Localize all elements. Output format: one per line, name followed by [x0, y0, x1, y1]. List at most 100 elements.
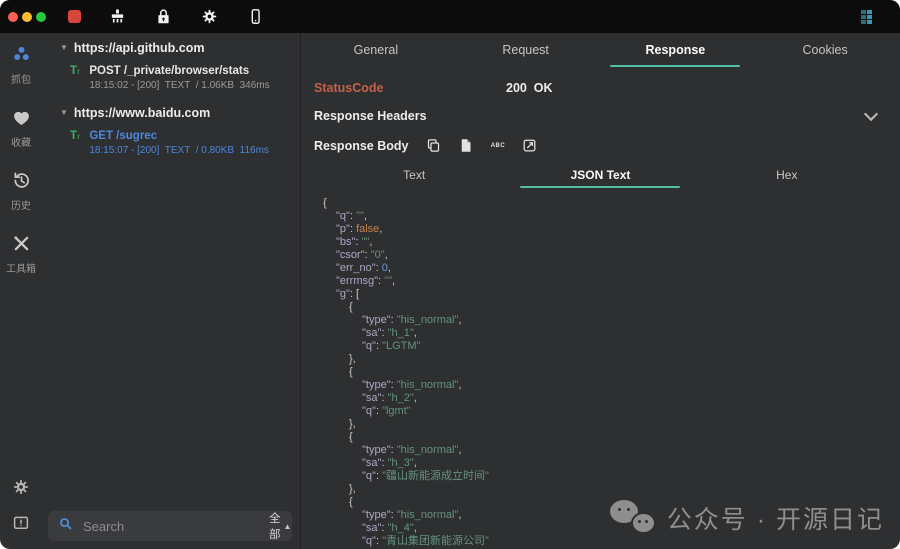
edit-icon[interactable]: [521, 137, 538, 154]
json-line: {: [301, 197, 900, 210]
json-line: "bs": "",: [301, 236, 900, 249]
tab-json-text[interactable]: JSON Text: [507, 162, 693, 188]
copy-icon[interactable]: [425, 137, 442, 154]
tab-cookies[interactable]: Cookies: [750, 33, 900, 67]
filter-label: 全部: [269, 510, 281, 542]
sidebar-bottom: [12, 478, 30, 537]
request-entry-selected[interactable]: Tr GET /sugrec 18:15:07 - [200] TEXT / 0…: [42, 125, 300, 163]
collapse-triangle-icon: ▼: [60, 109, 68, 117]
json-line: "sa": "h_4",: [301, 522, 900, 535]
tab-text[interactable]: Text: [321, 162, 507, 188]
request-list-panel: ▼ https://api.github.com Tr POST /_priva…: [42, 33, 300, 549]
response-body-label: Response Body: [314, 139, 408, 153]
record-stop-button[interactable]: [68, 10, 81, 23]
json-line: "q": "青山集团新能源公司": [301, 535, 900, 548]
detail-tabs: General Request Response Cookies: [301, 33, 900, 67]
json-line: "g": [: [301, 288, 900, 301]
capture-icon: [11, 44, 32, 70]
chevron-down-icon[interactable]: [864, 106, 878, 120]
search-icon: [58, 516, 73, 536]
close-window-button[interactable]: [8, 12, 18, 22]
settings-gear-icon[interactable]: [199, 7, 219, 27]
toolbox-icon: [11, 233, 32, 259]
tab-general[interactable]: General: [301, 33, 451, 67]
json-line: "type": "his_normal",: [301, 379, 900, 392]
json-line: "p": false,: [301, 223, 900, 236]
request-title: GET /sugrec: [89, 130, 269, 142]
json-line: {: [301, 431, 900, 444]
sidebar-item-toolbox[interactable]: 工具箱: [6, 233, 36, 275]
body-view-tabs: Text JSON Text Hex: [321, 162, 880, 188]
json-line: "sa": "h_3",: [301, 457, 900, 470]
ssl-lock-icon[interactable]: [153, 7, 173, 27]
tab-hex[interactable]: Hex: [694, 162, 880, 188]
triangle-up-icon: ▲: [284, 522, 292, 531]
request-title: POST /_private/browser/stats: [89, 65, 269, 77]
tab-request[interactable]: Request: [451, 33, 601, 67]
tab-response[interactable]: Response: [601, 33, 751, 67]
json-line: {: [301, 301, 900, 314]
app-window: 抓包 收藏 历史: [0, 0, 900, 549]
status-code-value: 200 OK: [506, 81, 553, 95]
response-headers-row[interactable]: Response Headers: [301, 101, 900, 129]
minimize-window-button[interactable]: [22, 12, 32, 22]
traffic-lights: [0, 12, 46, 22]
json-line: "q": "疆山新能源成立时间": [301, 470, 900, 483]
sidebar-item-label: 收藏: [11, 134, 31, 149]
feedback-icon[interactable]: [12, 514, 30, 537]
request-group-header[interactable]: ▼ https://www.baidu.com: [42, 98, 300, 125]
json-line: {: [301, 366, 900, 379]
json-line: "q": "LGTM": [301, 340, 900, 353]
json-line: "q": "lgmt": [301, 405, 900, 418]
json-line: "type": "his_normal",: [301, 314, 900, 327]
file-icon[interactable]: [457, 137, 474, 154]
search-filter-dropdown[interactable]: 全部 ▲: [269, 510, 291, 542]
json-line: "sa": "h_1",: [301, 327, 900, 340]
response-body-row: Response Body ABC: [301, 129, 900, 158]
device-phone-icon[interactable]: [245, 7, 265, 27]
detail-panel: General Request Response Cookies StatusC…: [301, 33, 900, 549]
json-line: "sa": "h_2",: [301, 392, 900, 405]
layout-grid-icon[interactable]: [861, 10, 872, 24]
sidebar-item-label: 历史: [11, 197, 31, 212]
status-code-label: StatusCode: [314, 81, 506, 95]
history-icon: [11, 170, 32, 196]
json-line: "csor": "0",: [301, 249, 900, 262]
sidebar: 抓包 收藏 历史: [0, 33, 42, 549]
json-line: },: [301, 418, 900, 431]
status-row: StatusCode 200 OK: [301, 67, 900, 101]
encoding-icon[interactable]: ABC: [489, 137, 506, 154]
sidebar-item-history[interactable]: 历史: [11, 170, 32, 212]
json-line: "type": "his_normal",: [301, 444, 900, 457]
tls-indicator-icon: Tr: [70, 131, 80, 143]
tls-indicator-icon: Tr: [70, 66, 80, 78]
json-line: },: [301, 353, 900, 366]
sidebar-item-label: 工具箱: [6, 260, 36, 275]
json-line: "err_no": 0,: [301, 262, 900, 275]
collapse-triangle-icon: ▼: [60, 44, 68, 52]
json-line: "q": "",: [301, 210, 900, 223]
json-line: {: [301, 496, 900, 509]
json-line: "errmsg": "",: [301, 275, 900, 288]
json-line: },: [301, 483, 900, 496]
titlebar: [0, 0, 900, 33]
json-body: {"q": "","p": false,"bs": "","csor": "0"…: [301, 188, 900, 549]
sidebar-item-favorites[interactable]: 收藏: [11, 107, 32, 149]
request-entry[interactable]: Tr POST /_private/browser/stats 18:15:02…: [42, 60, 300, 98]
search-input[interactable]: [81, 518, 261, 535]
json-line: "type": "his_normal",: [301, 509, 900, 522]
group-host: https://www.baidu.com: [74, 106, 210, 120]
response-headers-label: Response Headers: [314, 109, 427, 123]
group-host: https://api.github.com: [74, 41, 205, 55]
clear-brush-icon[interactable]: [107, 7, 127, 27]
main-area: 抓包 收藏 历史: [0, 33, 900, 549]
sidebar-item-capture[interactable]: 抓包: [11, 44, 32, 86]
search-bar: 全部 ▲: [48, 511, 292, 541]
request-meta: 18:15:02 - [200] TEXT / 1.06KB 346ms: [89, 80, 269, 91]
heart-icon: [11, 107, 32, 133]
settings-icon[interactable]: [12, 478, 30, 501]
zoom-window-button[interactable]: [36, 12, 46, 22]
request-group-header[interactable]: ▼ https://api.github.com: [42, 33, 300, 60]
sidebar-item-label: 抓包: [11, 71, 31, 86]
request-meta: 18:15:07 - [200] TEXT / 0.80KB 116ms: [89, 145, 269, 156]
